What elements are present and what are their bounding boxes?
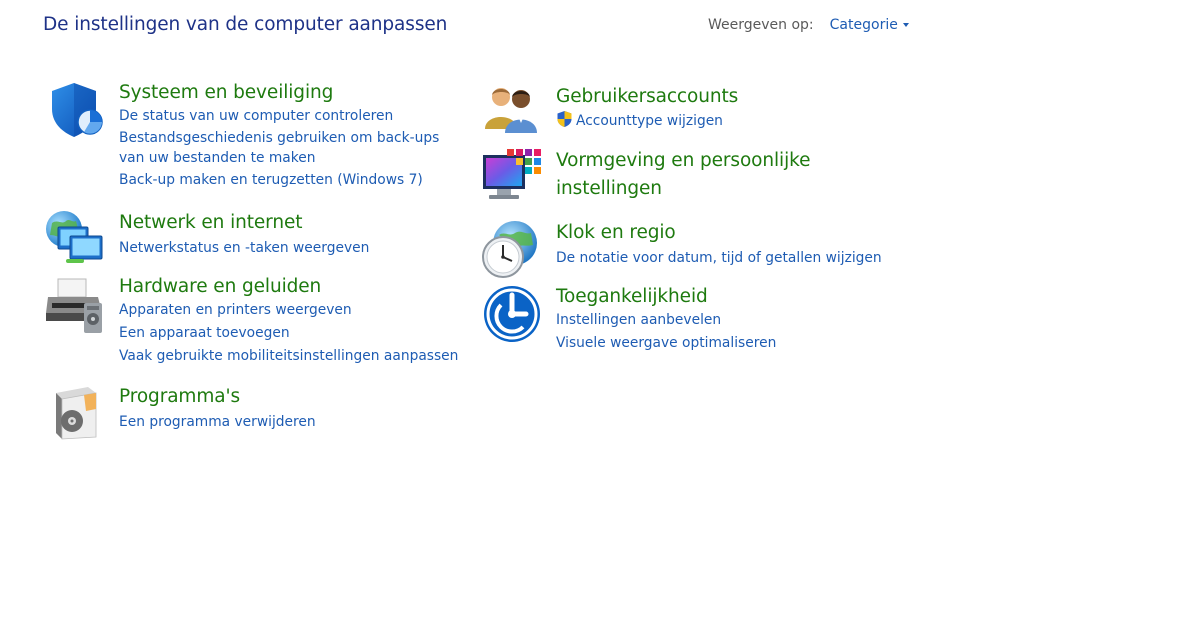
link-date-time-format[interactable]: De notatie voor datum, tijd of getallen … [556, 248, 882, 269]
category-title-hardware-sound[interactable]: Hardware en geluiden [119, 273, 458, 300]
link-label: Accounttype wijzigen [576, 113, 723, 129]
clock-globe-icon[interactable] [481, 219, 543, 281]
link-add-device[interactable]: Een apparaat toevoegen [119, 323, 458, 344]
view-by: Weergeven op: Categorie [708, 17, 909, 33]
accessibility-icon[interactable] [481, 283, 543, 345]
appearance-monitor-icon[interactable] [481, 147, 543, 209]
view-by-dropdown[interactable]: Categorie [830, 17, 909, 33]
chevron-down-icon [902, 23, 909, 27]
link-file-history-backup[interactable]: Bestandsgeschiedenis gebruiken om back-u… [119, 128, 459, 168]
link-uninstall-program[interactable]: Een programma verwijderen [119, 412, 316, 433]
category-title-clock-region[interactable]: Klok en regio [556, 219, 882, 246]
view-by-label: Weergeven op: [708, 17, 814, 33]
link-network-status[interactable]: Netwerkstatus en -taken weergeven [119, 238, 369, 259]
programs-box-icon[interactable] [44, 383, 106, 445]
category-body: Klok en regio De notatie voor datum, tij… [556, 219, 882, 269]
link-devices-printers[interactable]: Apparaten en printers weergeven [119, 300, 458, 321]
view-by-value: Categorie [829, 17, 898, 33]
category-body: Hardware en geluiden Apparaten en printe… [119, 273, 458, 367]
category-body: Systeem en beveiliging De status van uw … [119, 79, 459, 191]
category-title-user-accounts[interactable]: Gebruikersaccounts [556, 83, 738, 110]
category-title-programs[interactable]: Programma's [119, 383, 316, 410]
category-body: Programma's Een programma verwijderen [119, 383, 316, 433]
link-recommend-settings[interactable]: Instellingen aanbevelen [556, 310, 776, 331]
user-accounts-icon[interactable] [481, 83, 543, 145]
category-title-system-security[interactable]: Systeem en beveiliging [119, 79, 459, 106]
link-optimize-visual-display[interactable]: Visuele weergave optimaliseren [556, 333, 776, 354]
category-body: Gebruikersaccounts Accounttype wijzigen [556, 83, 738, 132]
category-title-appearance[interactable]: Vormgeving en persoonlijke instellingen [556, 147, 826, 203]
category-body: Toegankelijkheid Instellingen aanbevelen… [556, 283, 776, 354]
page-title: De instellingen van de computer aanpasse… [43, 14, 448, 35]
category-body: Netwerk en internet Netwerkstatus en -ta… [119, 209, 369, 259]
category-body: Vormgeving en persoonlijke instellingen [556, 147, 826, 203]
security-shield-icon[interactable] [44, 79, 106, 141]
link-backup-restore[interactable]: Back-up maken en terugzetten (Windows 7) [119, 170, 459, 191]
network-globe-icon[interactable] [44, 209, 106, 271]
link-mobility-settings[interactable]: Vaak gebruikte mobiliteitsinstellingen a… [119, 346, 458, 367]
category-title-accessibility[interactable]: Toegankelijkheid [556, 283, 776, 310]
printer-icon[interactable] [44, 273, 106, 335]
link-check-computer-status[interactable]: De status van uw computer controleren [119, 106, 459, 127]
uac-shield-icon [557, 111, 572, 127]
link-change-account-type[interactable]: Accounttype wijzigen [556, 110, 738, 132]
category-title-network-internet[interactable]: Netwerk en internet [119, 209, 369, 236]
